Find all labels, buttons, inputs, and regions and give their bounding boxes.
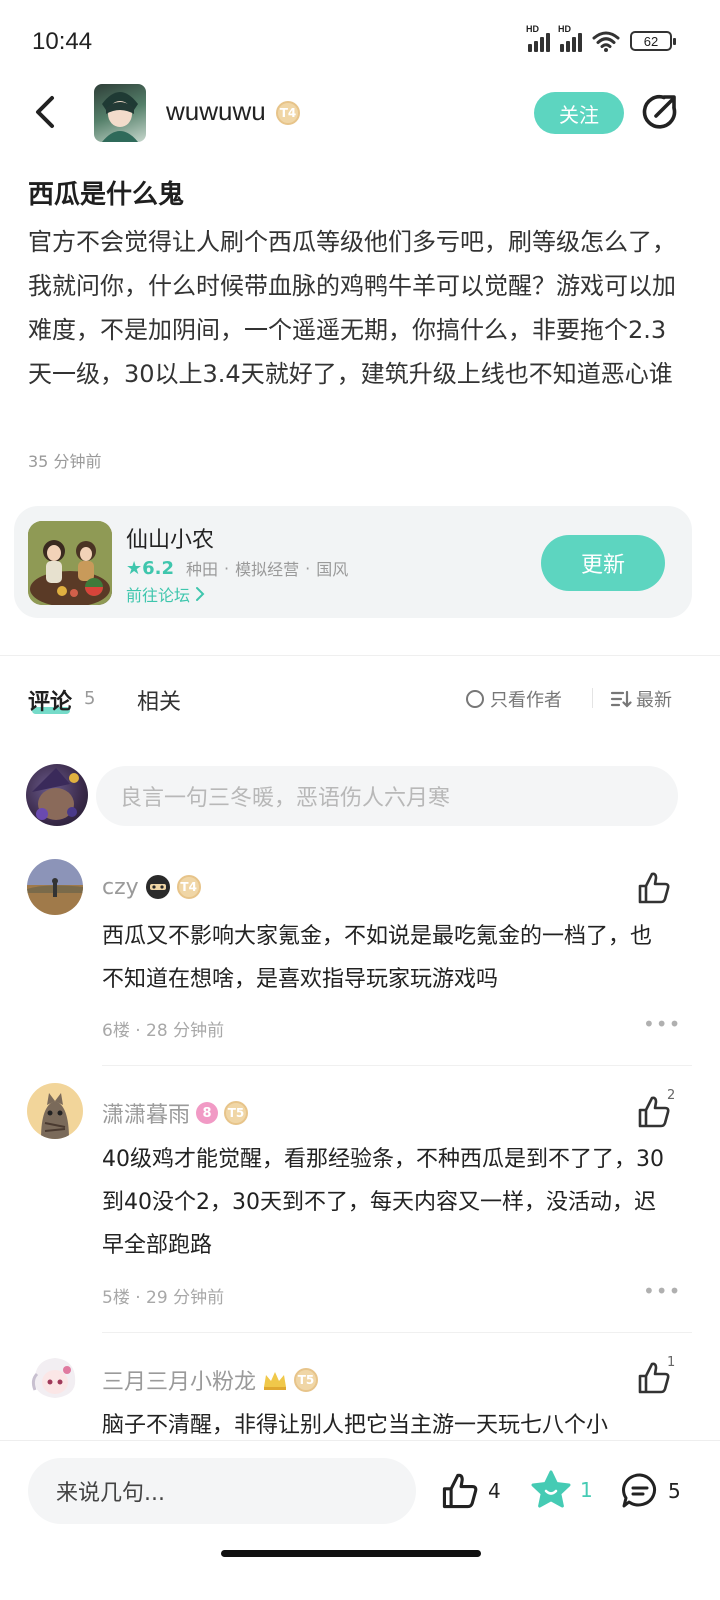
post-title: 西瓜是什么鬼	[28, 180, 185, 210]
crown-icon	[264, 1372, 287, 1390]
follow-button[interactable]: 关注	[534, 92, 624, 134]
game-tag: 种田	[186, 560, 219, 579]
sort-button[interactable]: 最新	[610, 686, 672, 712]
author-only-filter[interactable]: 只看作者	[466, 686, 562, 712]
more-icon[interactable]: •••	[643, 1012, 681, 1036]
tab-comments-count: 5	[84, 688, 96, 709]
commenter-avatar[interactable]	[27, 1350, 83, 1406]
like-count: 1	[667, 1355, 676, 1370]
status-icons: HD HD 62	[526, 24, 676, 52]
thumbs-up-icon[interactable]	[636, 870, 672, 906]
update-button[interactable]: 更新	[541, 535, 665, 591]
game-name[interactable]: 仙山小农	[126, 522, 214, 554]
status-time: 10:44	[32, 28, 93, 55]
mask-badge-icon	[145, 875, 170, 899]
comment-time: 29 分钟前	[146, 1288, 225, 1308]
tag-separator: ·	[224, 558, 230, 578]
author-avatar[interactable]	[94, 84, 146, 142]
forum-link-label: 前往论坛	[126, 586, 191, 605]
comment-count: 5	[668, 1479, 681, 1503]
commenter-name-row: 三月三月小粉龙 T5	[102, 1364, 319, 1396]
more-icon[interactable]: •••	[643, 1279, 681, 1303]
author-only-label: 只看作者	[490, 690, 562, 711]
game-tag: 国风	[316, 560, 349, 579]
back-icon[interactable]	[28, 92, 68, 132]
comment-floor: 5楼	[102, 1288, 130, 1308]
like-action[interactable]: 4	[440, 1471, 501, 1511]
commenter-name[interactable]: 三月三月小粉龙	[102, 1364, 256, 1396]
tab-comments[interactable]: 评论	[28, 684, 72, 716]
level-badge: T4	[176, 875, 201, 899]
comment-meta: 6楼 · 28 分钟前	[102, 1021, 225, 1041]
level-badge: T4	[276, 101, 300, 125]
divider	[0, 655, 720, 656]
vip-badge: 8	[196, 1102, 219, 1124]
comment-text: 西瓜又不影响大家氪金，不如说是最吃氪金的一档了，也不知道在想啥，是喜欢指导玩家玩…	[102, 924, 653, 992]
game-tag: 模拟经营	[235, 560, 300, 579]
signal-icon: HD	[526, 24, 550, 52]
level-badge: T5	[224, 1101, 249, 1125]
tab-related[interactable]: 相关	[137, 684, 181, 716]
share-icon[interactable]	[640, 92, 680, 132]
battery-icon: 62	[630, 31, 676, 51]
comment-bubble-icon	[622, 1473, 656, 1508]
sort-icon	[610, 690, 632, 708]
comment-time: 28 分钟前	[146, 1021, 225, 1041]
post-body: 官方不会觉得让人刷个西瓜等级他们多亏吧，刷等级怎么了，我就问你，什么时候带血脉的…	[28, 228, 676, 388]
level-badge: T5	[294, 1368, 319, 1392]
sort-label: 最新	[636, 690, 672, 711]
divider	[102, 1065, 692, 1066]
game-meta: ★6.2 种田 · 模拟经营 · 国风	[126, 556, 348, 580]
wifi-icon	[592, 31, 620, 52]
forum-link[interactable]: 前往论坛	[126, 582, 206, 606]
chevron-right-icon	[196, 587, 205, 601]
like-count: 4	[488, 1479, 501, 1503]
radio-icon	[466, 690, 484, 708]
comment-action[interactable]: 5	[620, 1471, 681, 1511]
commenter-name[interactable]: 潇潇暮雨	[102, 1097, 190, 1129]
tag-separator: ·	[305, 558, 311, 578]
home-indicator[interactable]	[221, 1550, 481, 1557]
star-face-icon	[531, 1470, 571, 1508]
comment-text: 40级鸡才能觉醒，看那经验条，不种西瓜是到不了了，30到40没个2，30天到不了…	[102, 1147, 664, 1258]
divider	[592, 688, 593, 708]
like-count: 2	[667, 1088, 676, 1103]
commenter-name[interactable]: czy	[102, 875, 139, 900]
post-time: 35 分钟前	[28, 452, 102, 471]
reply-input[interactable]: 来说几句...	[28, 1458, 416, 1524]
commenter-name-row: czy T4	[102, 874, 201, 900]
author-username[interactable]: wuwuwu	[166, 96, 266, 127]
signal-icon-2: HD	[558, 24, 582, 52]
game-icon[interactable]	[28, 521, 112, 605]
thumbs-up-icon	[442, 1473, 478, 1509]
star-action[interactable]: 1	[530, 1470, 593, 1510]
game-rating: ★6.2	[126, 557, 175, 579]
comment-text: 脑子不清醒，非得让别人把它当主游一天玩七八个小	[102, 1413, 609, 1438]
commenter-avatar[interactable]	[27, 859, 83, 915]
divider	[102, 1332, 692, 1333]
star-count: 1	[580, 1478, 593, 1502]
my-avatar	[26, 764, 88, 826]
comment-floor: 6楼	[102, 1021, 130, 1041]
commenter-avatar[interactable]	[27, 1083, 83, 1139]
star-icon: ★	[126, 557, 143, 579]
commenter-name-row: 潇潇暮雨 8 T5	[102, 1097, 249, 1129]
comment-meta: 5楼 · 29 分钟前	[102, 1288, 225, 1308]
comment-input[interactable]: 良言一句三冬暖，恶语伤人六月寒	[96, 766, 678, 826]
